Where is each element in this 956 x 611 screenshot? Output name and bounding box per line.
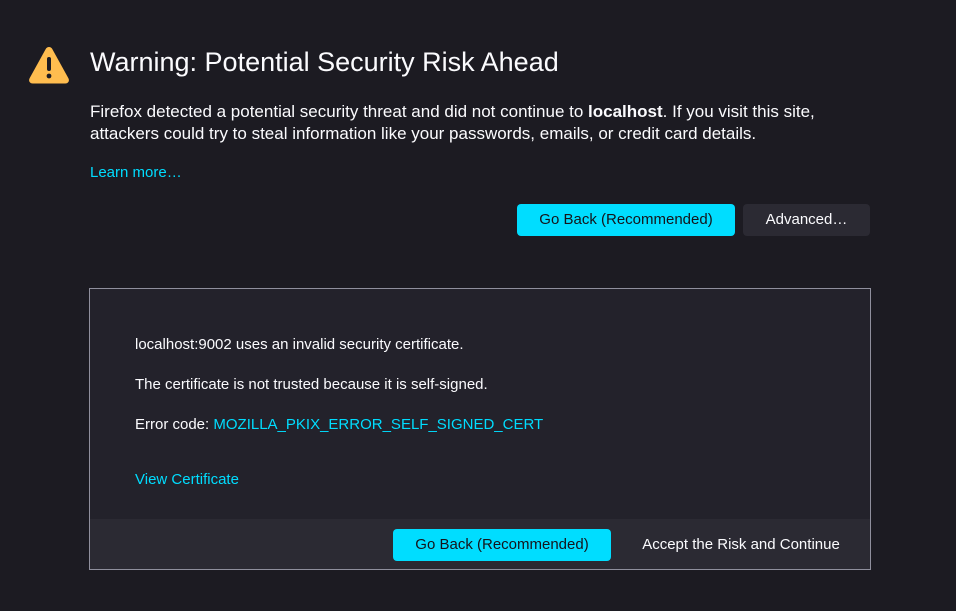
page-title: Warning: Potential Security Risk Ahead [90, 47, 559, 77]
invalid-certificate-text: localhost:9002 uses an invalid security … [135, 336, 464, 353]
error-code-link[interactable]: MOZILLA_PKIX_ERROR_SELF_SIGNED_CERT [213, 416, 543, 433]
advanced-panel-footer: Go Back (Recommended) Accept the Risk an… [90, 519, 870, 569]
advanced-button[interactable]: Advanced… [743, 204, 870, 236]
learn-more-link[interactable]: Learn more… [90, 163, 182, 183]
accept-risk-button[interactable]: Accept the Risk and Continue [627, 529, 855, 561]
certificate-reason-text: The certificate is not trusted because i… [135, 376, 488, 393]
view-certificate-link[interactable]: View Certificate [135, 470, 239, 490]
security-warning-page: Warning: Potential Security Risk Ahead F… [0, 0, 956, 611]
advanced-panel: localhost:9002 uses an invalid security … [89, 288, 871, 570]
error-code-line: Error code: MOZILLA_PKIX_ERROR_SELF_SIGN… [135, 415, 543, 435]
go-back-button[interactable]: Go Back (Recommended) [517, 204, 735, 236]
warning-description: Firefox detected a potential security th… [90, 101, 870, 145]
target-host: localhost [588, 102, 663, 121]
warning-icon [29, 47, 69, 84]
description-text-start: Firefox detected a potential security th… [90, 102, 589, 121]
error-code-label: Error code: [135, 416, 214, 433]
go-back-button-advanced[interactable]: Go Back (Recommended) [393, 529, 611, 561]
